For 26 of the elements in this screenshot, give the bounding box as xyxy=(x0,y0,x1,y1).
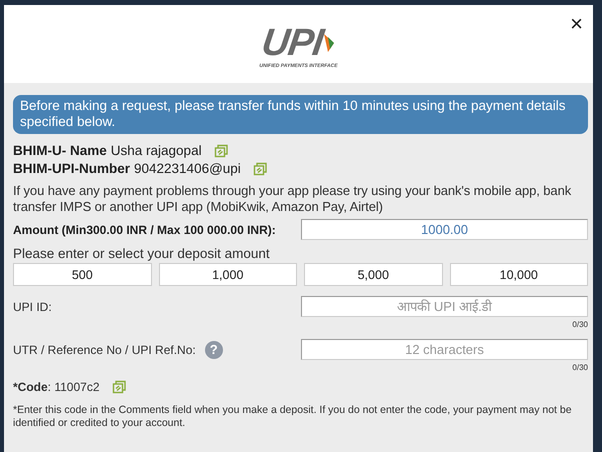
amount-field[interactable]: 1000.00 xyxy=(301,219,588,240)
amount-preset-button[interactable]: 1,000 xyxy=(158,263,297,286)
field-label: UPI ID: xyxy=(13,300,52,314)
help-text: If you have any payment problems through your app please try using your bank's mobile app, bank transfer IMPS or another UPI app (MobiKwik, Amazon Pay, Airtel) xyxy=(13,183,572,215)
footnote: *Enter this code in the Comments field when you make a deposit. If you do not enter the code, your payment may not be identified or credited to your account. xyxy=(13,404,573,430)
input-field[interactable]: आपकी UPI आई.डी xyxy=(301,296,588,317)
detail-label: BHIM-UPI-Number xyxy=(13,160,130,178)
amount-preset-button[interactable]: 500 xyxy=(13,263,152,286)
notice-banner: Before making a request, please transfer funds within 10 minutes using the payment details specified below. xyxy=(13,95,588,134)
amount-preset-button[interactable]: 5,000 xyxy=(304,263,442,286)
close-button[interactable]: × xyxy=(566,13,587,35)
detail-value: 9042231406@upi xyxy=(134,160,241,178)
field-label: UTR / Reference No / UPI Ref.No: xyxy=(13,342,196,356)
copy-icon[interactable] xyxy=(252,162,268,176)
character-counter: 0/30 xyxy=(572,363,588,372)
input-field[interactable]: 12 characters xyxy=(301,339,588,360)
amount-label: Amount (Min300.00 INR / Max 100 000.00 INR): xyxy=(13,222,276,236)
logo-wordmark: UPI xyxy=(260,24,326,62)
amount-preset-button[interactable]: 10,000 xyxy=(450,263,588,286)
copy-icon[interactable] xyxy=(214,144,229,158)
copy-icon[interactable] xyxy=(112,380,126,394)
code-text: *Code: 11007c2 xyxy=(13,380,100,394)
detail-label: BHIM-U- Name xyxy=(13,142,107,160)
detail-value: Usha rajagopal xyxy=(110,142,202,160)
character-counter: 0/30 xyxy=(572,320,588,329)
deposit-prompt: Please enter or select your deposit amount xyxy=(13,246,271,261)
